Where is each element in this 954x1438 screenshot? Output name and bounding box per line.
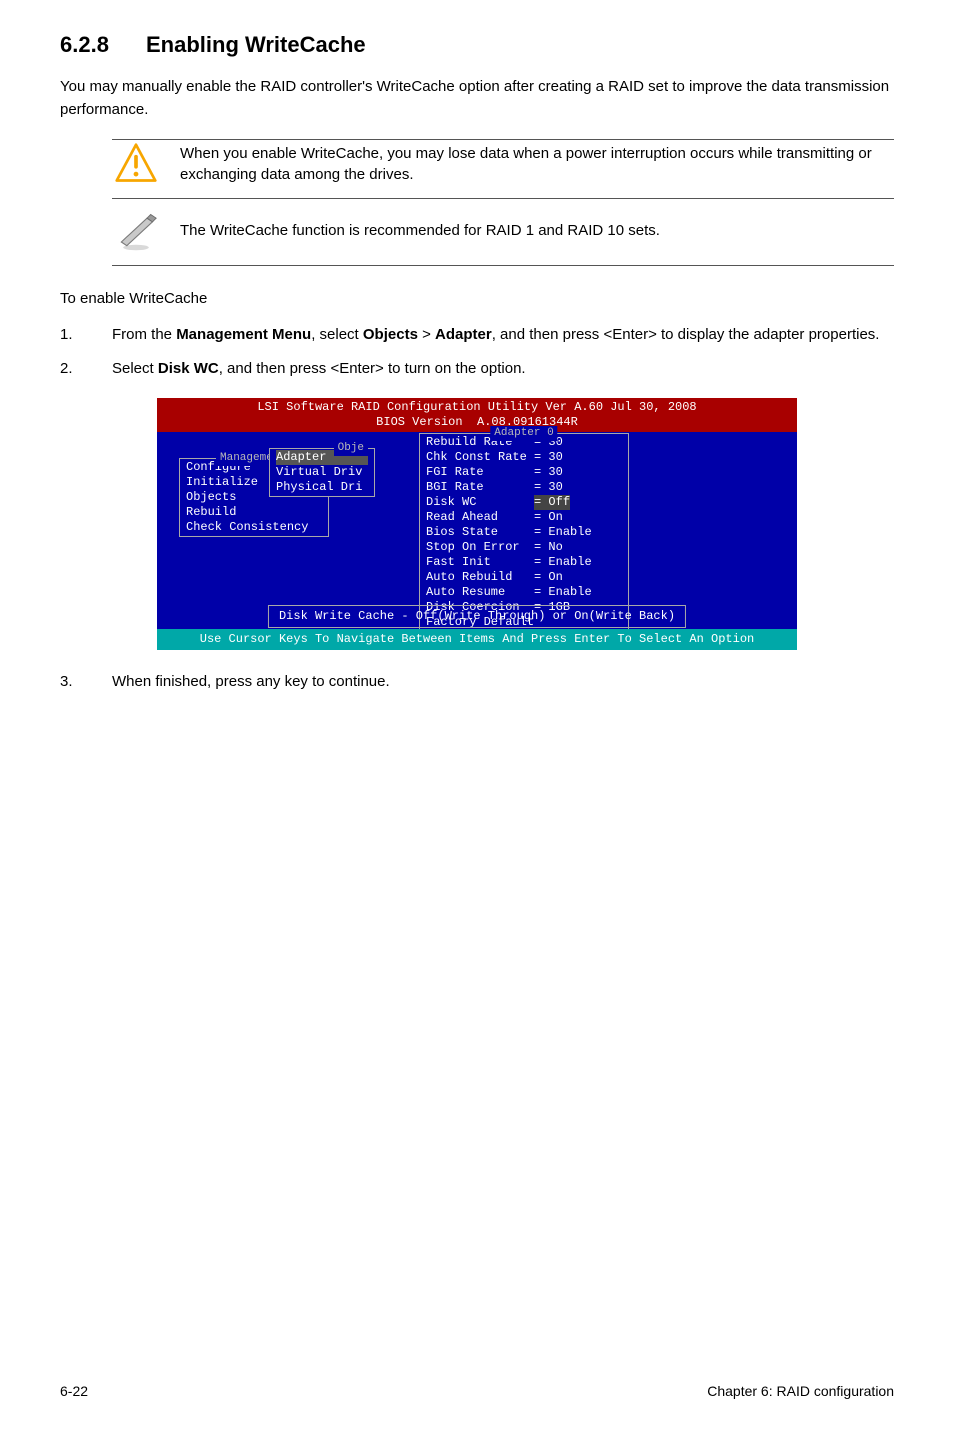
page-number: 6-22 — [60, 1382, 88, 1402]
bios-screen: LSI Software RAID Configuration Utility … — [157, 398, 797, 650]
step-number: 2. — [60, 357, 112, 380]
adapter-row[interactable]: FGI Rate = 30 — [426, 465, 622, 480]
adapter-row[interactable]: Bios State = Enable — [426, 525, 622, 540]
step-text: Select Disk WC, and then press <Enter> t… — [112, 357, 894, 380]
adapter-row[interactable]: Auto Rebuild = On — [426, 570, 622, 585]
step-2: 2. Select Disk WC, and then press <Enter… — [60, 357, 894, 380]
step-text: From the Management Menu, select Objects… — [112, 323, 894, 346]
menu-item-rebuild[interactable]: Rebuild — [186, 505, 322, 520]
objects-submenu-label: Obje — [334, 441, 368, 456]
adapter-row-disk-wc[interactable]: Disk WC = Off — [426, 495, 622, 510]
adapter-panel-label: Adapter 0 — [490, 426, 557, 441]
chapter-label: Chapter 6: RAID configuration — [707, 1382, 894, 1402]
bios-body: Management Configure Initialize Objects … — [157, 432, 797, 650]
adapter-row[interactable]: Fast Init = Enable — [426, 555, 622, 570]
step-number: 3. — [60, 670, 112, 693]
bios-hint-line: Disk Write Cache - Off(Write Through) or… — [268, 605, 686, 628]
info-note: The WriteCache function is recommended f… — [112, 207, 894, 255]
adapter-properties-panel: Adapter 0 Rebuild Rate = 30 Chk Const Ra… — [419, 433, 629, 632]
note-icon — [112, 207, 160, 255]
adapter-row[interactable]: BGI Rate = 30 — [426, 480, 622, 495]
step-number: 1. — [60, 323, 112, 346]
adapter-row[interactable]: Read Ahead = On — [426, 510, 622, 525]
page-footer: 6-22 Chapter 6: RAID configuration — [60, 1382, 894, 1402]
adapter-row[interactable]: Auto Resume = Enable — [426, 585, 622, 600]
objects-submenu-panel: Obje Adapter Virtual Driv Physical Dri — [269, 448, 375, 497]
warning-note: When you enable WriteCache, you may lose… — [112, 140, 894, 188]
adapter-row[interactable]: Stop On Error = No — [426, 540, 622, 555]
step-1: 1. From the Management Menu, select Obje… — [60, 323, 894, 346]
step-3: 3. When finished, press any key to conti… — [60, 670, 894, 693]
warning-icon — [112, 140, 160, 188]
bios-titlebar: LSI Software RAID Configuration Utility … — [157, 398, 797, 432]
submenu-item-physical-drive[interactable]: Physical Dri — [276, 480, 368, 495]
adapter-row[interactable]: Chk Const Rate = 30 — [426, 450, 622, 465]
info-text: The WriteCache function is recommended f… — [180, 220, 894, 242]
section-number: 6.2.8 — [60, 30, 146, 61]
section-title: Enabling WriteCache — [146, 32, 366, 57]
section-heading: 6.2.8Enabling WriteCache — [60, 30, 894, 61]
bios-footer-line: Use Cursor Keys To Navigate Between Item… — [157, 629, 797, 650]
menu-item-check-consistency[interactable]: Check Consistency — [186, 520, 322, 535]
procedure-heading: To enable WriteCache — [60, 288, 894, 309]
steps-list-continued: 3. When finished, press any key to conti… — [60, 670, 894, 693]
steps-list: 1. From the Management Menu, select Obje… — [60, 323, 894, 380]
warning-text: When you enable WriteCache, you may lose… — [180, 143, 894, 187]
bios-screenshot: LSI Software RAID Configuration Utility … — [60, 398, 894, 650]
step-text: When finished, press any key to continue… — [112, 670, 894, 693]
submenu-item-virtual-drive[interactable]: Virtual Driv — [276, 465, 368, 480]
intro-paragraph: You may manually enable the RAID control… — [60, 75, 894, 122]
